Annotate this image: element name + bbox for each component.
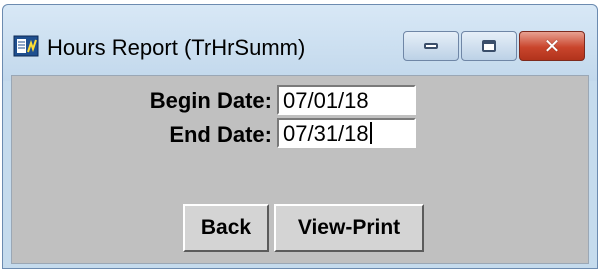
end-date-value: 07/31/18 — [283, 121, 369, 146]
form-panel: Begin Date: 07/01/18 End Date: 07/31/18 … — [11, 75, 589, 264]
close-button[interactable]: ✕ — [519, 31, 585, 61]
text-caret — [369, 122, 372, 144]
report-app-icon — [13, 35, 39, 57]
maximize-icon — [482, 40, 496, 52]
minimize-button[interactable] — [403, 31, 459, 61]
window-title: Hours Report (TrHrSumm) — [47, 35, 306, 60]
begin-date-field[interactable]: 07/01/18 — [277, 85, 416, 115]
view-print-button[interactable]: View-Print — [274, 204, 424, 252]
close-icon: ✕ — [543, 34, 561, 58]
minimize-icon — [424, 43, 438, 49]
title-bar[interactable]: Hours Report (TrHrSumm) ✕ — [3, 5, 597, 81]
end-date-label: End Date: — [169, 122, 272, 147]
end-date-field[interactable]: 07/31/18 — [277, 118, 416, 148]
report-window: Hours Report (TrHrSumm) ✕ Begin Date: 07… — [2, 4, 598, 269]
begin-date-label: Begin Date: — [149, 88, 272, 113]
begin-date-value: 07/01/18 — [283, 88, 369, 113]
maximize-button[interactable] — [461, 31, 517, 61]
back-button[interactable]: Back — [183, 204, 269, 252]
